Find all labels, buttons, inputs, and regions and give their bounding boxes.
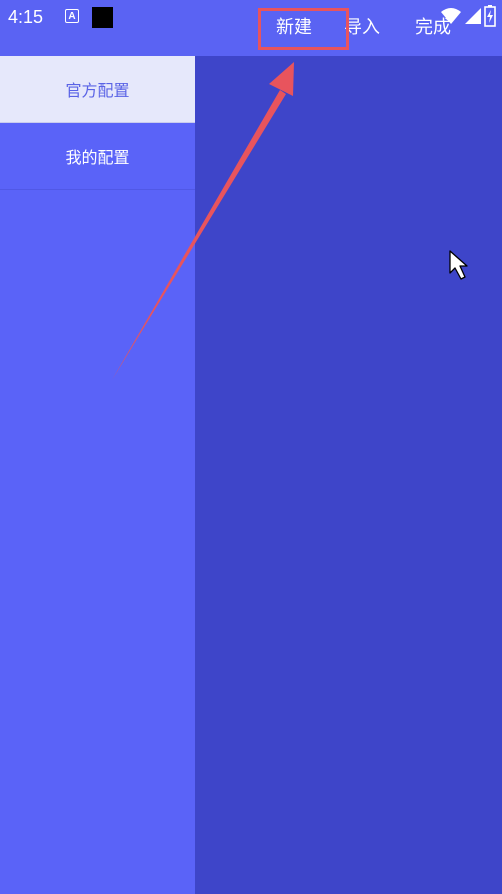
done-button[interactable]: 完成 bbox=[415, 16, 451, 40]
sidebar: 官方配置 我的配置 bbox=[0, 56, 195, 894]
battery-icon bbox=[484, 5, 496, 27]
screen: 4:15 A 新建 导入 完成 官方配置 我的配置 bbox=[0, 0, 502, 894]
sidebar-item-official-config[interactable]: 官方配置 bbox=[0, 56, 195, 123]
app-bar: 4:15 A 新建 导入 完成 bbox=[0, 0, 502, 56]
annotation-highlight-box bbox=[258, 8, 349, 50]
signal-icon bbox=[465, 8, 481, 24]
sidebar-item-label: 官方配置 bbox=[65, 81, 130, 100]
import-button[interactable]: 导入 bbox=[344, 16, 380, 40]
notification-square-icon bbox=[92, 7, 113, 28]
text-notification-icon: A bbox=[65, 9, 79, 23]
mouse-cursor-icon bbox=[449, 250, 468, 280]
sidebar-item-my-config[interactable]: 我的配置 bbox=[0, 123, 195, 190]
status-time: 4:15 bbox=[8, 7, 44, 27]
sidebar-item-label: 我的配置 bbox=[65, 148, 130, 167]
